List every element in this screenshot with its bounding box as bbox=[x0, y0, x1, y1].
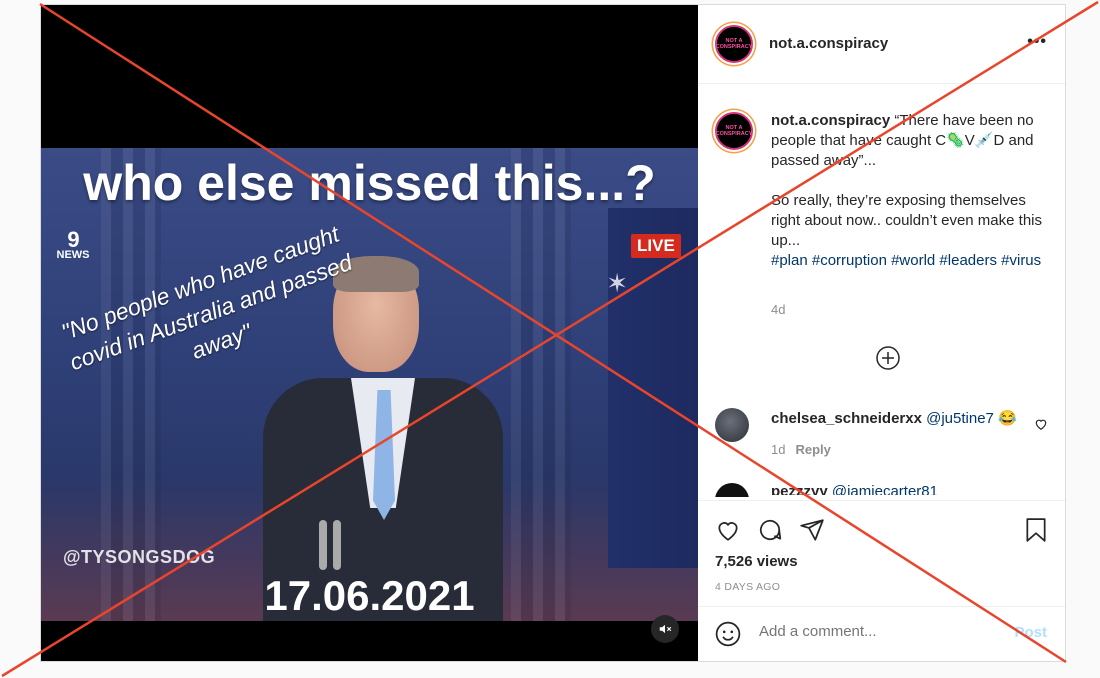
video-date: 17.06.2021 bbox=[264, 572, 475, 619]
post-caption: not.a.conspiracy “There have been no peo… bbox=[771, 111, 1053, 271]
view-count[interactable]: 7,526 views bbox=[715, 553, 798, 570]
video-headline: who else missed this...? bbox=[83, 155, 656, 211]
australian-flag bbox=[608, 208, 698, 568]
video-watermark: @TYSONGSDOG bbox=[63, 547, 216, 567]
live-badge: LIVE bbox=[631, 234, 681, 258]
bookmark-icon[interactable] bbox=[1023, 517, 1049, 543]
author-username[interactable]: not.a.conspiracy bbox=[769, 35, 888, 52]
curtain-stripe bbox=[511, 148, 571, 621]
emoji-icon[interactable] bbox=[715, 621, 741, 647]
muted-speaker-icon bbox=[659, 624, 672, 634]
commenter-username[interactable]: chelsea_schneiderxx bbox=[771, 410, 922, 427]
comment-mention[interactable]: @ju5tine7 bbox=[926, 410, 994, 427]
caption-hashtags[interactable]: #plan #corruption #world #leaders #virus bbox=[771, 251, 1053, 271]
comment-composer: Post bbox=[698, 606, 1065, 662]
comment-time: 1d bbox=[771, 442, 786, 457]
load-more-comments-icon[interactable] bbox=[876, 346, 900, 370]
flag-star-icon: ✶ bbox=[606, 268, 628, 298]
post-side-panel: NOT A CONSPIRACY not.a.conspiracy ••• NO… bbox=[698, 5, 1065, 661]
add-comment-input[interactable] bbox=[759, 623, 999, 640]
microphone bbox=[319, 520, 327, 570]
post-header: NOT A CONSPIRACY not.a.conspiracy ••• bbox=[698, 5, 1065, 84]
instagram-post: ✶ who else missed this...? 9 NEWS LIVE "… bbox=[40, 4, 1066, 662]
comment-mention[interactable]: @jamiecarter81 bbox=[832, 483, 938, 495]
comment-meta: 1d Reply bbox=[771, 442, 831, 457]
video-player[interactable]: ✶ who else missed this...? 9 NEWS LIVE "… bbox=[41, 5, 698, 661]
mute-button[interactable] bbox=[651, 615, 679, 643]
caption-age: 4d bbox=[771, 302, 786, 317]
caption-text-body: So really, they’re exposing themselves r… bbox=[771, 192, 1042, 249]
commenter-avatar[interactable] bbox=[715, 408, 749, 442]
heart-icon[interactable] bbox=[715, 517, 741, 543]
comment-text: pezzzyy @jamiecarter81 bbox=[771, 483, 938, 495]
reply-button[interactable]: Reply bbox=[795, 442, 830, 457]
author-avatar[interactable]: NOT A CONSPIRACY bbox=[715, 25, 753, 63]
caption-username[interactable]: not.a.conspiracy bbox=[771, 112, 890, 129]
microphone bbox=[333, 520, 341, 570]
post-comment-button[interactable]: Post bbox=[1014, 624, 1047, 641]
nine-news-logo: 9 NEWS bbox=[56, 227, 90, 261]
commenter-username[interactable]: pezzzyy bbox=[771, 483, 828, 495]
share-icon[interactable] bbox=[799, 517, 825, 543]
comment-text: chelsea_schneiderxx @ju5tine7 😂 bbox=[771, 409, 1017, 427]
commenter-avatar[interactable] bbox=[715, 483, 749, 497]
like-comment-icon[interactable] bbox=[1034, 417, 1048, 431]
comment-icon[interactable] bbox=[757, 517, 783, 543]
post-actions: 7,526 views 4 DAYS AGO bbox=[698, 500, 1065, 607]
caption-avatar[interactable]: NOT A CONSPIRACY bbox=[715, 112, 753, 150]
post-timestamp[interactable]: 4 DAYS AGO bbox=[715, 581, 780, 593]
comment-emoji: 😂 bbox=[998, 410, 1017, 427]
more-options-button[interactable]: ••• bbox=[1027, 33, 1047, 51]
